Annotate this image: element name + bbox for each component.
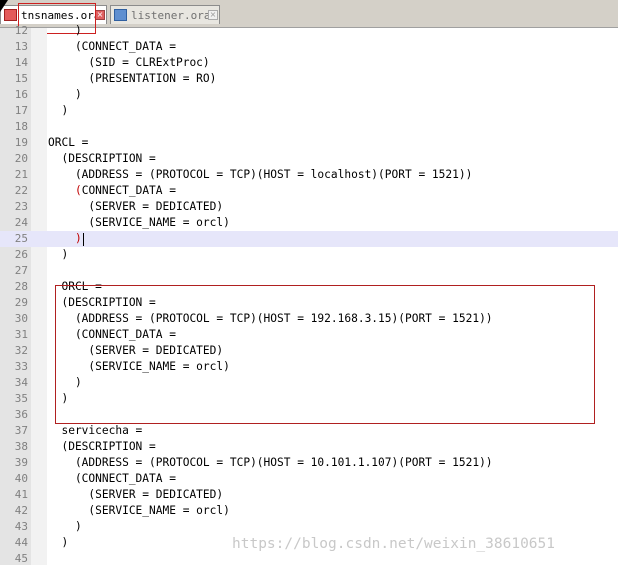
- code-text: ): [48, 24, 82, 37]
- line-number: 35: [14, 392, 28, 405]
- matched-brace: ): [74, 232, 82, 245]
- line-number: 12: [14, 24, 28, 37]
- line-number: 20: [14, 152, 28, 165]
- line-number: 37: [14, 424, 28, 437]
- line-number: 17: [14, 104, 28, 117]
- watermark: https://blog.csdn.net/weixin_38610651: [232, 536, 556, 552]
- line-number: 16: [14, 88, 28, 101]
- line-number: 36: [14, 408, 28, 421]
- code-text: ): [48, 231, 84, 247]
- code-line[interactable]: 22 (CONNECT_DATA =: [0, 183, 618, 199]
- annotation-box: [55, 285, 595, 424]
- line-number: 28: [14, 280, 28, 293]
- line-number: 43: [14, 520, 28, 533]
- code-line[interactable]: 21 (ADDRESS = (PROTOCOL = TCP)(HOST = lo…: [0, 167, 618, 183]
- code-line[interactable]: 41 (SERVER = DEDICATED): [0, 487, 618, 503]
- code-text: (SERVER = DEDICATED): [48, 200, 224, 213]
- code-line[interactable]: 42 (SERVICE_NAME = orcl): [0, 503, 618, 519]
- line-number: 13: [14, 40, 28, 53]
- code-text: ): [48, 536, 69, 549]
- line-number: 33: [14, 360, 28, 373]
- line-number: 14: [14, 56, 28, 69]
- code-line[interactable]: 23 (SERVER = DEDICATED): [0, 199, 618, 215]
- line-number: 31: [14, 328, 28, 341]
- line-number: 41: [14, 488, 28, 501]
- code-line[interactable]: 24 (SERVICE_NAME = orcl): [0, 215, 618, 231]
- code-text: (CONNECT_DATA =: [74, 184, 176, 197]
- code-text: (SERVER = DEDICATED): [48, 488, 224, 501]
- line-number: 22: [14, 184, 28, 197]
- code-line[interactable]: 14 (SID = CLRExtProc): [0, 55, 618, 71]
- tab-listener[interactable]: listener.ora ×: [110, 5, 220, 24]
- line-number: 42: [14, 504, 28, 517]
- code-text: (SID = CLRExtProc): [48, 56, 210, 69]
- code-line[interactable]: 39 (ADDRESS = (PROTOCOL = TCP)(HOST = 10…: [0, 455, 618, 471]
- code-line[interactable]: 25 ): [0, 231, 618, 247]
- code-text: ): [48, 248, 69, 261]
- code-text: (SERVICE_NAME = orcl): [48, 216, 230, 229]
- code-text: (CONNECT_DATA =: [48, 40, 176, 53]
- code-line[interactable]: 15 (PRESENTATION = RO): [0, 71, 618, 87]
- code-line[interactable]: 43 ): [0, 519, 618, 535]
- code-text: (ADDRESS = (PROTOCOL = TCP)(HOST = 10.10…: [48, 456, 493, 469]
- line-number: 15: [14, 72, 28, 85]
- code-line[interactable]: 19 ORCL =: [0, 135, 618, 151]
- line-number: 30: [14, 312, 28, 325]
- code-line[interactable]: 17 ): [0, 103, 618, 119]
- line-number: 40: [14, 472, 28, 485]
- code-line[interactable]: 27: [0, 263, 618, 279]
- line-number: 34: [14, 376, 28, 389]
- code-text: ORCL =: [48, 136, 89, 149]
- line-number: 27: [14, 264, 28, 277]
- code-text: (SERVICE_NAME = orcl): [48, 504, 230, 517]
- line-number: 26: [14, 248, 28, 261]
- line-number: 23: [14, 200, 28, 213]
- tab-label: listener.ora: [131, 9, 211, 22]
- line-number: 19: [14, 136, 28, 149]
- code-line[interactable]: 20 (DESCRIPTION =: [0, 151, 618, 167]
- code-line[interactable]: 38 (DESCRIPTION =: [0, 439, 618, 455]
- line-number: 18: [14, 120, 28, 133]
- code-line[interactable]: 12 ): [0, 23, 618, 39]
- code-line[interactable]: 37 servicecha =: [0, 423, 618, 439]
- code-text: (ADDRESS = (PROTOCOL = TCP)(HOST = local…: [48, 168, 473, 181]
- line-number: 44: [14, 536, 28, 549]
- line-number: 29: [14, 296, 28, 309]
- code-line[interactable]: 13 (CONNECT_DATA =: [0, 39, 618, 55]
- code-text: (PRESENTATION = RO): [48, 72, 217, 85]
- code-text: (CONNECT_DATA =: [48, 472, 176, 485]
- line-number: 39: [14, 456, 28, 469]
- code-line[interactable]: 40 (CONNECT_DATA =: [0, 471, 618, 487]
- code-line[interactable]: 18: [0, 119, 618, 135]
- line-number: 24: [14, 216, 28, 229]
- matched-brace: (: [74, 184, 82, 197]
- line-number: 38: [14, 440, 28, 453]
- code-line[interactable]: 26 ): [0, 247, 618, 263]
- code-line[interactable]: 16 ): [0, 87, 618, 103]
- file-saved-icon: [114, 9, 127, 21]
- code-text: ): [48, 104, 69, 117]
- close-icon[interactable]: ×: [95, 10, 105, 20]
- line-number: 21: [14, 168, 28, 181]
- code-text: (DESCRIPTION =: [48, 152, 156, 165]
- text-caret: [82, 232, 84, 246]
- mouse-cursor-icon: [0, 0, 8, 12]
- line-number: 32: [14, 344, 28, 357]
- line-number: 25: [14, 232, 28, 245]
- close-icon[interactable]: ×: [208, 10, 218, 20]
- code-text: ): [48, 88, 82, 101]
- code-text: ): [48, 520, 82, 533]
- code-text: (DESCRIPTION =: [48, 440, 156, 453]
- code-text: servicecha =: [48, 424, 143, 437]
